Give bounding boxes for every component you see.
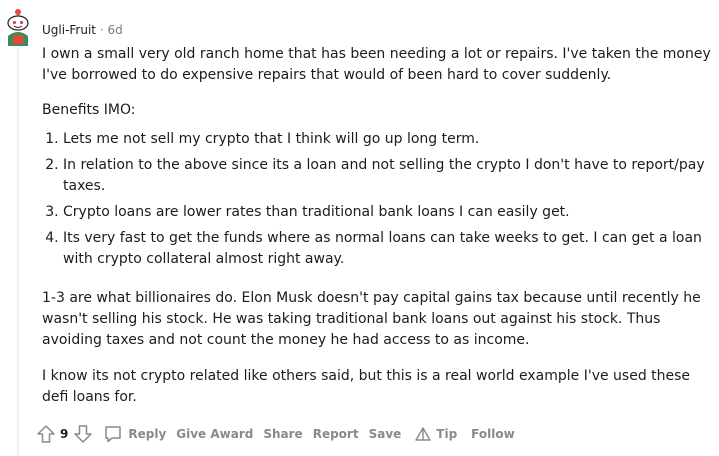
triangle-icon [415,427,431,441]
reply-button[interactable]: Reply [103,424,166,444]
follow-button[interactable]: Follow [471,427,515,441]
vote-controls: 9 [36,424,93,444]
comment-header: Ugli-Fruit · 6d [42,22,123,38]
comment-paragraph: I know its not crypto related like other… [42,368,691,405]
comment-paragraph: Benefits IMO: [42,102,136,118]
comment-actions: 9 Reply Give Award Share Report Save Tip… [36,422,515,446]
save-button[interactable]: Save [369,427,402,441]
share-button[interactable]: Share [263,427,302,441]
comment-paragraph: I own a small very old ranch home that h… [42,46,711,83]
avatar[interactable] [4,6,32,46]
tip-label: Tip [436,427,458,441]
tip-button[interactable]: Tip [415,427,457,441]
thread-line[interactable] [17,48,19,456]
list-item: Lets me not sell my crypto that I think … [63,129,712,150]
downvote-arrow-icon[interactable] [73,424,93,444]
comment-age[interactable]: 6d [108,23,123,37]
upvote-arrow-icon[interactable] [36,424,56,444]
benefits-list: Lets me not sell my crypto that I think … [42,129,712,270]
vote-score: 9 [60,427,69,441]
meta-separator: · [99,23,104,37]
list-item: Its very fast to get the funds where as … [63,228,712,270]
list-item: In relation to the above since its a loa… [63,155,712,197]
speech-bubble-icon [105,426,122,443]
list-item: Crypto loans are lower rates than tradit… [63,202,712,223]
comment-body: I own a small very old ranch home that h… [42,44,712,408]
author-name[interactable]: Ugli-Fruit [42,23,96,37]
reply-label: Reply [128,427,167,441]
report-button[interactable]: Report [313,427,359,441]
comment-paragraph: 1-3 are what billionaires do. Elon Musk … [42,290,701,348]
give-award-button[interactable]: Give Award [176,427,253,441]
